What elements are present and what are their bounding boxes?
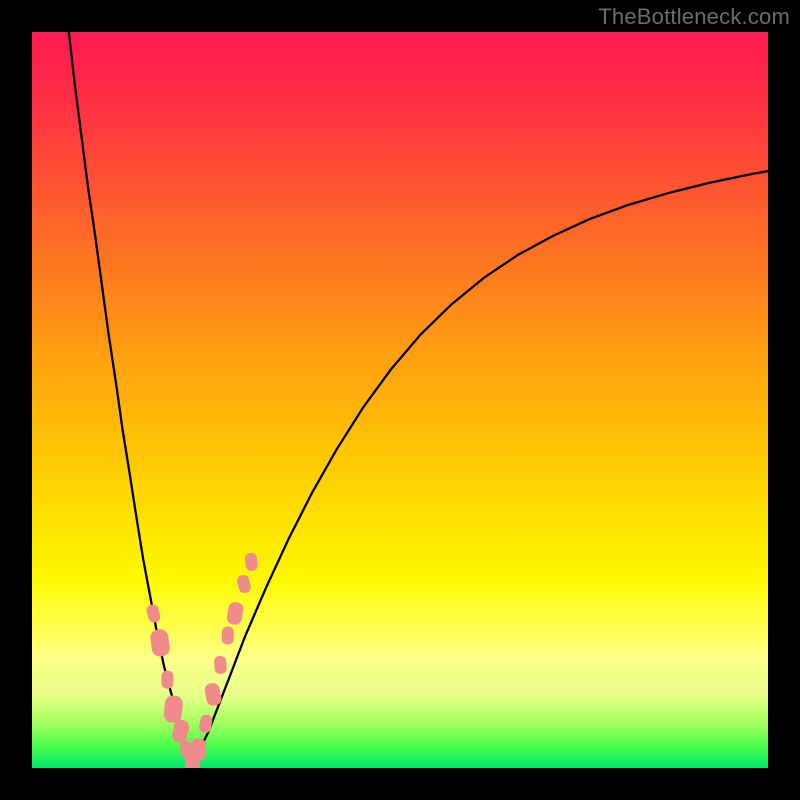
curve-layer — [32, 32, 768, 768]
marker-point — [244, 552, 258, 571]
marker-point — [198, 714, 213, 734]
watermark-text: TheBottleneck.com — [598, 4, 790, 30]
marker-point — [145, 603, 161, 623]
marker-point — [221, 626, 234, 644]
marker-point — [190, 738, 207, 761]
plot-area — [32, 32, 768, 768]
curve-left-branch — [69, 32, 192, 767]
chart-frame: TheBottleneck.com — [0, 0, 800, 800]
marker-point — [161, 671, 173, 689]
marker-point — [226, 601, 244, 626]
marker-point — [236, 574, 252, 594]
marker-point — [214, 655, 228, 674]
marker-point — [149, 628, 171, 657]
marker-point — [163, 695, 184, 724]
curve-right-branch — [192, 171, 768, 766]
